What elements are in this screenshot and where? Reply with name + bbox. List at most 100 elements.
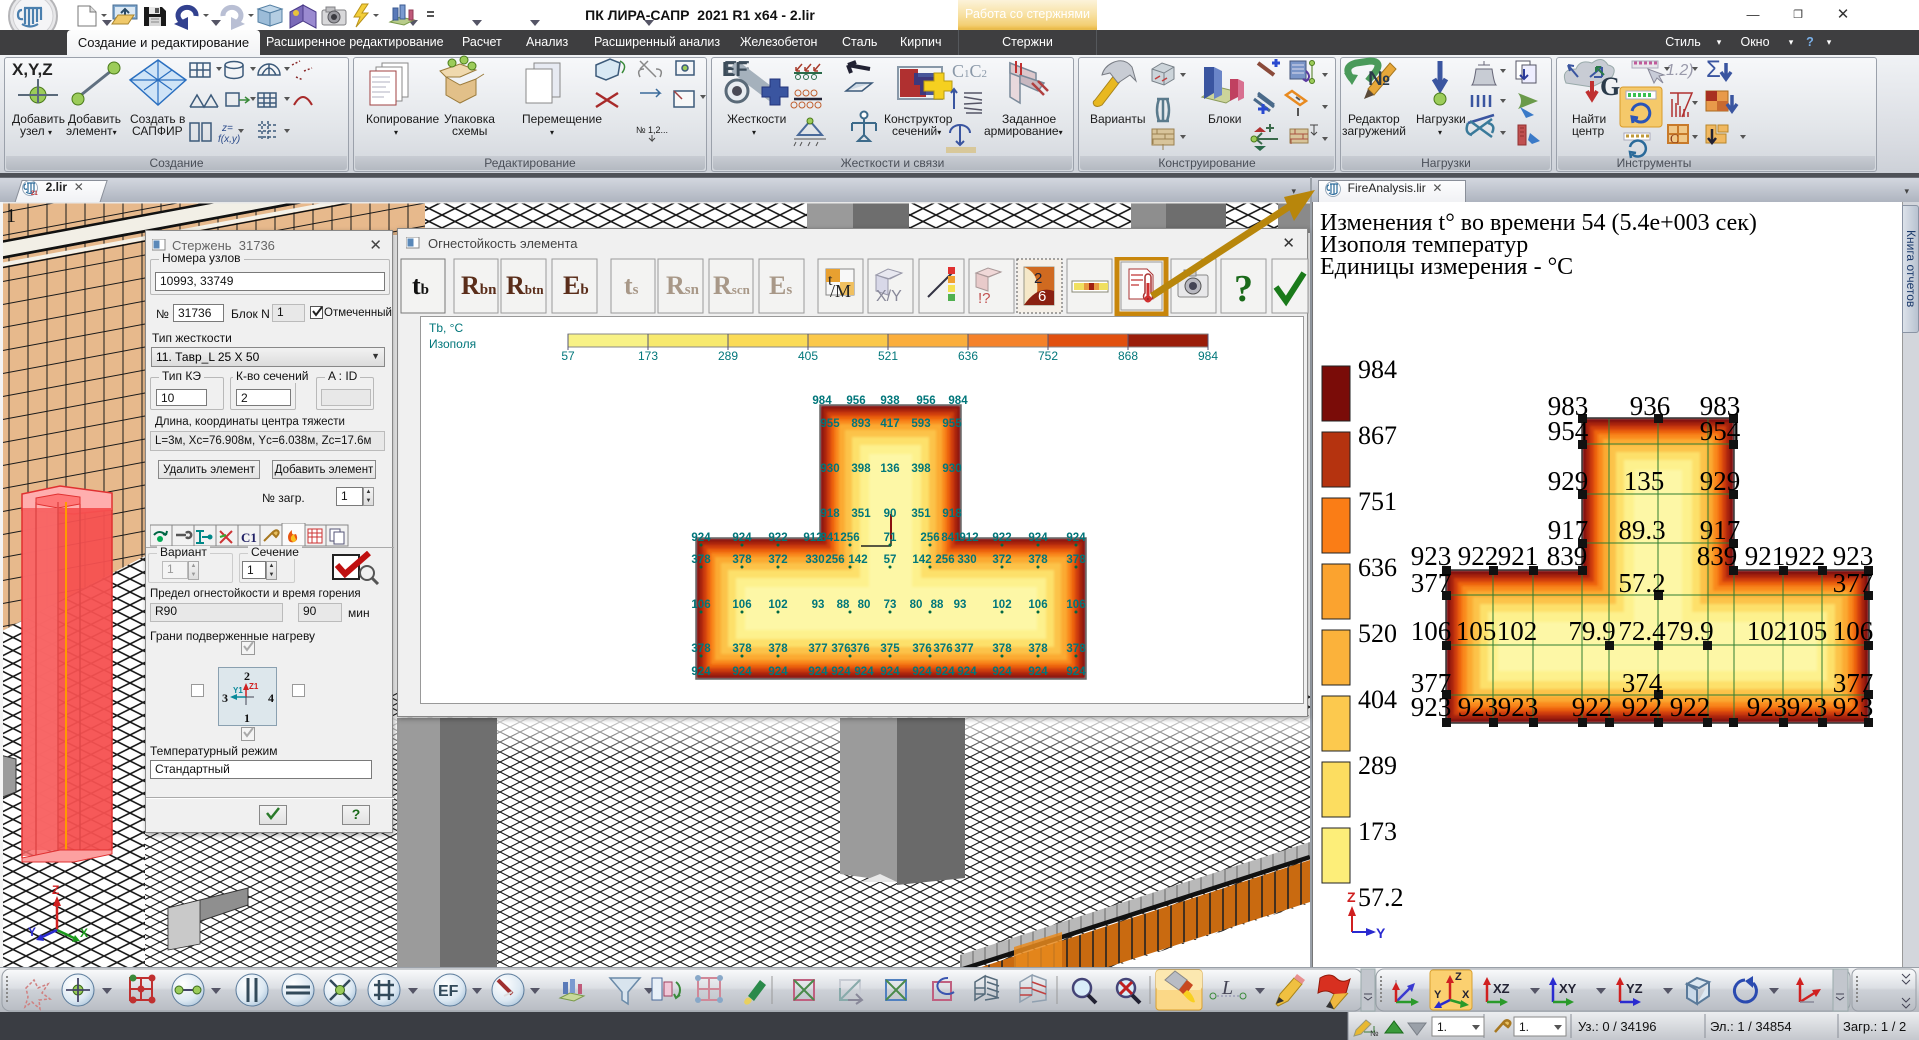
svg-text:376: 376 <box>850 643 869 655</box>
svg-text:841: 841 <box>941 532 961 544</box>
svg-text:378: 378 <box>1028 554 1048 566</box>
svg-text:955: 955 <box>820 418 840 430</box>
svg-text:378: 378 <box>1066 643 1086 655</box>
svg-text:377: 377 <box>1411 568 1452 598</box>
svg-text:922: 922 <box>1572 692 1613 722</box>
svg-text:73: 73 <box>884 599 897 611</box>
svg-text:№: № <box>636 125 646 135</box>
svg-text:378: 378 <box>732 643 752 655</box>
svg-text:Tb, °C: Tb, °C <box>429 321 463 335</box>
svg-text:Эл.: 1 / 34854: Эл.: 1 / 34854 <box>1710 1019 1792 1034</box>
svg-text:984: 984 <box>812 395 832 407</box>
svg-text:136: 136 <box>880 463 899 475</box>
svg-text:924: 924 <box>912 666 932 678</box>
svg-text:X: X <box>1462 989 1470 1001</box>
svg-text:839: 839 <box>1547 541 1588 571</box>
svg-text:z=: z= <box>221 123 233 134</box>
svg-text:924: 924 <box>1028 666 1048 678</box>
svg-text:924: 924 <box>854 666 874 678</box>
svg-text:▾: ▾ <box>550 128 554 137</box>
svg-text:106: 106 <box>1411 616 1452 646</box>
svg-text:Копирование: Копирование <box>366 112 439 126</box>
svg-text:79.9: 79.9 <box>1666 616 1713 646</box>
svg-text:921: 921 <box>1498 541 1539 571</box>
svg-text:57: 57 <box>561 349 575 363</box>
svg-text:984: 984 <box>1198 349 1218 363</box>
svg-text:Перемещение: Перемещение <box>522 112 602 126</box>
svg-text:Y1: Y1 <box>233 686 243 695</box>
svg-text:Нагрузки: Нагрузки <box>1416 112 1466 126</box>
svg-text:912: 912 <box>959 532 978 544</box>
svg-text:918: 918 <box>942 508 962 520</box>
svg-text:f(x,y): f(x,y) <box>218 134 240 145</box>
svg-text:Жесткости: Жесткости <box>727 112 786 126</box>
svg-text:Уз.: 0 / 34196: Уз.: 0 / 34196 <box>1578 1019 1657 1034</box>
svg-text:593: 593 <box>911 418 930 430</box>
svg-text:Y: Y <box>1434 989 1442 1001</box>
svg-text:924: 924 <box>732 532 752 544</box>
svg-text:2: 2 <box>244 669 250 683</box>
svg-text:3: 3 <box>222 691 228 705</box>
svg-text:YZ: YZ <box>1626 981 1643 996</box>
svg-text:1: 1 <box>244 711 250 725</box>
svg-text:XY: XY <box>1559 981 1577 996</box>
svg-text:930: 930 <box>942 463 961 475</box>
svg-text:377: 377 <box>1833 568 1874 598</box>
svg-text:377: 377 <box>954 643 973 655</box>
svg-text:173: 173 <box>1358 817 1397 846</box>
svg-text:узел ▾: узел ▾ <box>20 124 52 138</box>
svg-text:955: 955 <box>942 418 962 430</box>
svg-text:XZ: XZ <box>1493 981 1510 996</box>
svg-text:C1: C1 <box>241 530 257 545</box>
svg-text:289: 289 <box>1358 751 1397 780</box>
svg-text:930: 930 <box>820 463 839 475</box>
svg-text:924: 924 <box>691 666 711 678</box>
svg-text:142: 142 <box>848 554 867 566</box>
svg-text:924: 924 <box>957 666 977 678</box>
svg-text:57.2: 57.2 <box>1618 568 1665 598</box>
svg-text:Варианты: Варианты <box>1090 112 1145 126</box>
svg-text:924: 924 <box>880 666 900 678</box>
svg-text:93: 93 <box>812 599 825 611</box>
svg-text:93: 93 <box>954 599 967 611</box>
svg-text:936: 936 <box>1630 391 1671 421</box>
svg-text:378: 378 <box>992 643 1012 655</box>
svg-text:924: 924 <box>1066 666 1086 678</box>
svg-text:924: 924 <box>691 532 711 544</box>
svg-text:520: 520 <box>1358 619 1397 648</box>
svg-text:1: 1 <box>6 205 16 227</box>
svg-text:Загр.: 1 / 2: Загр.: 1 / 2 <box>1843 1019 1906 1034</box>
svg-text:956: 956 <box>916 395 935 407</box>
svg-text:90: 90 <box>884 508 897 520</box>
svg-text:256: 256 <box>825 554 844 566</box>
svg-text:САПФИР: САПФИР <box>132 124 183 138</box>
svg-text:405: 405 <box>798 349 818 363</box>
svg-text:922: 922 <box>1622 692 1663 722</box>
svg-text:1,2...: 1,2... <box>648 125 668 135</box>
svg-text:256: 256 <box>920 532 939 544</box>
svg-text:924: 924 <box>935 666 955 678</box>
svg-text:922: 922 <box>768 532 787 544</box>
svg-text:загружений: загружений <box>1342 124 1406 138</box>
svg-text:924: 924 <box>1028 532 1048 544</box>
svg-text:923: 923 <box>1833 692 1874 722</box>
svg-text:918: 918 <box>820 508 840 520</box>
svg-text:376: 376 <box>831 643 850 655</box>
svg-text:Изополя: Изополя <box>429 337 476 351</box>
svg-text:521: 521 <box>878 349 898 363</box>
svg-text:923: 923 <box>1458 692 1499 722</box>
svg-text:1.: 1. <box>1437 1020 1447 1034</box>
svg-text:57.2: 57.2 <box>1358 883 1404 912</box>
svg-text:C1C2: C1C2 <box>952 61 987 81</box>
svg-text:57: 57 <box>884 554 897 566</box>
svg-text:Единицы измерения - °С: Единицы измерения - °С <box>1320 254 1573 280</box>
svg-text:378: 378 <box>691 554 711 566</box>
svg-text:№: № <box>1368 68 1390 90</box>
svg-text:868: 868 <box>1118 349 1138 363</box>
svg-text:924: 924 <box>831 666 851 678</box>
svg-text:№: № <box>1370 1029 1379 1038</box>
svg-text:922: 922 <box>992 532 1011 544</box>
svg-text:▾: ▾ <box>1438 128 1442 137</box>
svg-text:Z: Z <box>1347 889 1356 905</box>
svg-text:▾: ▾ <box>752 128 756 137</box>
